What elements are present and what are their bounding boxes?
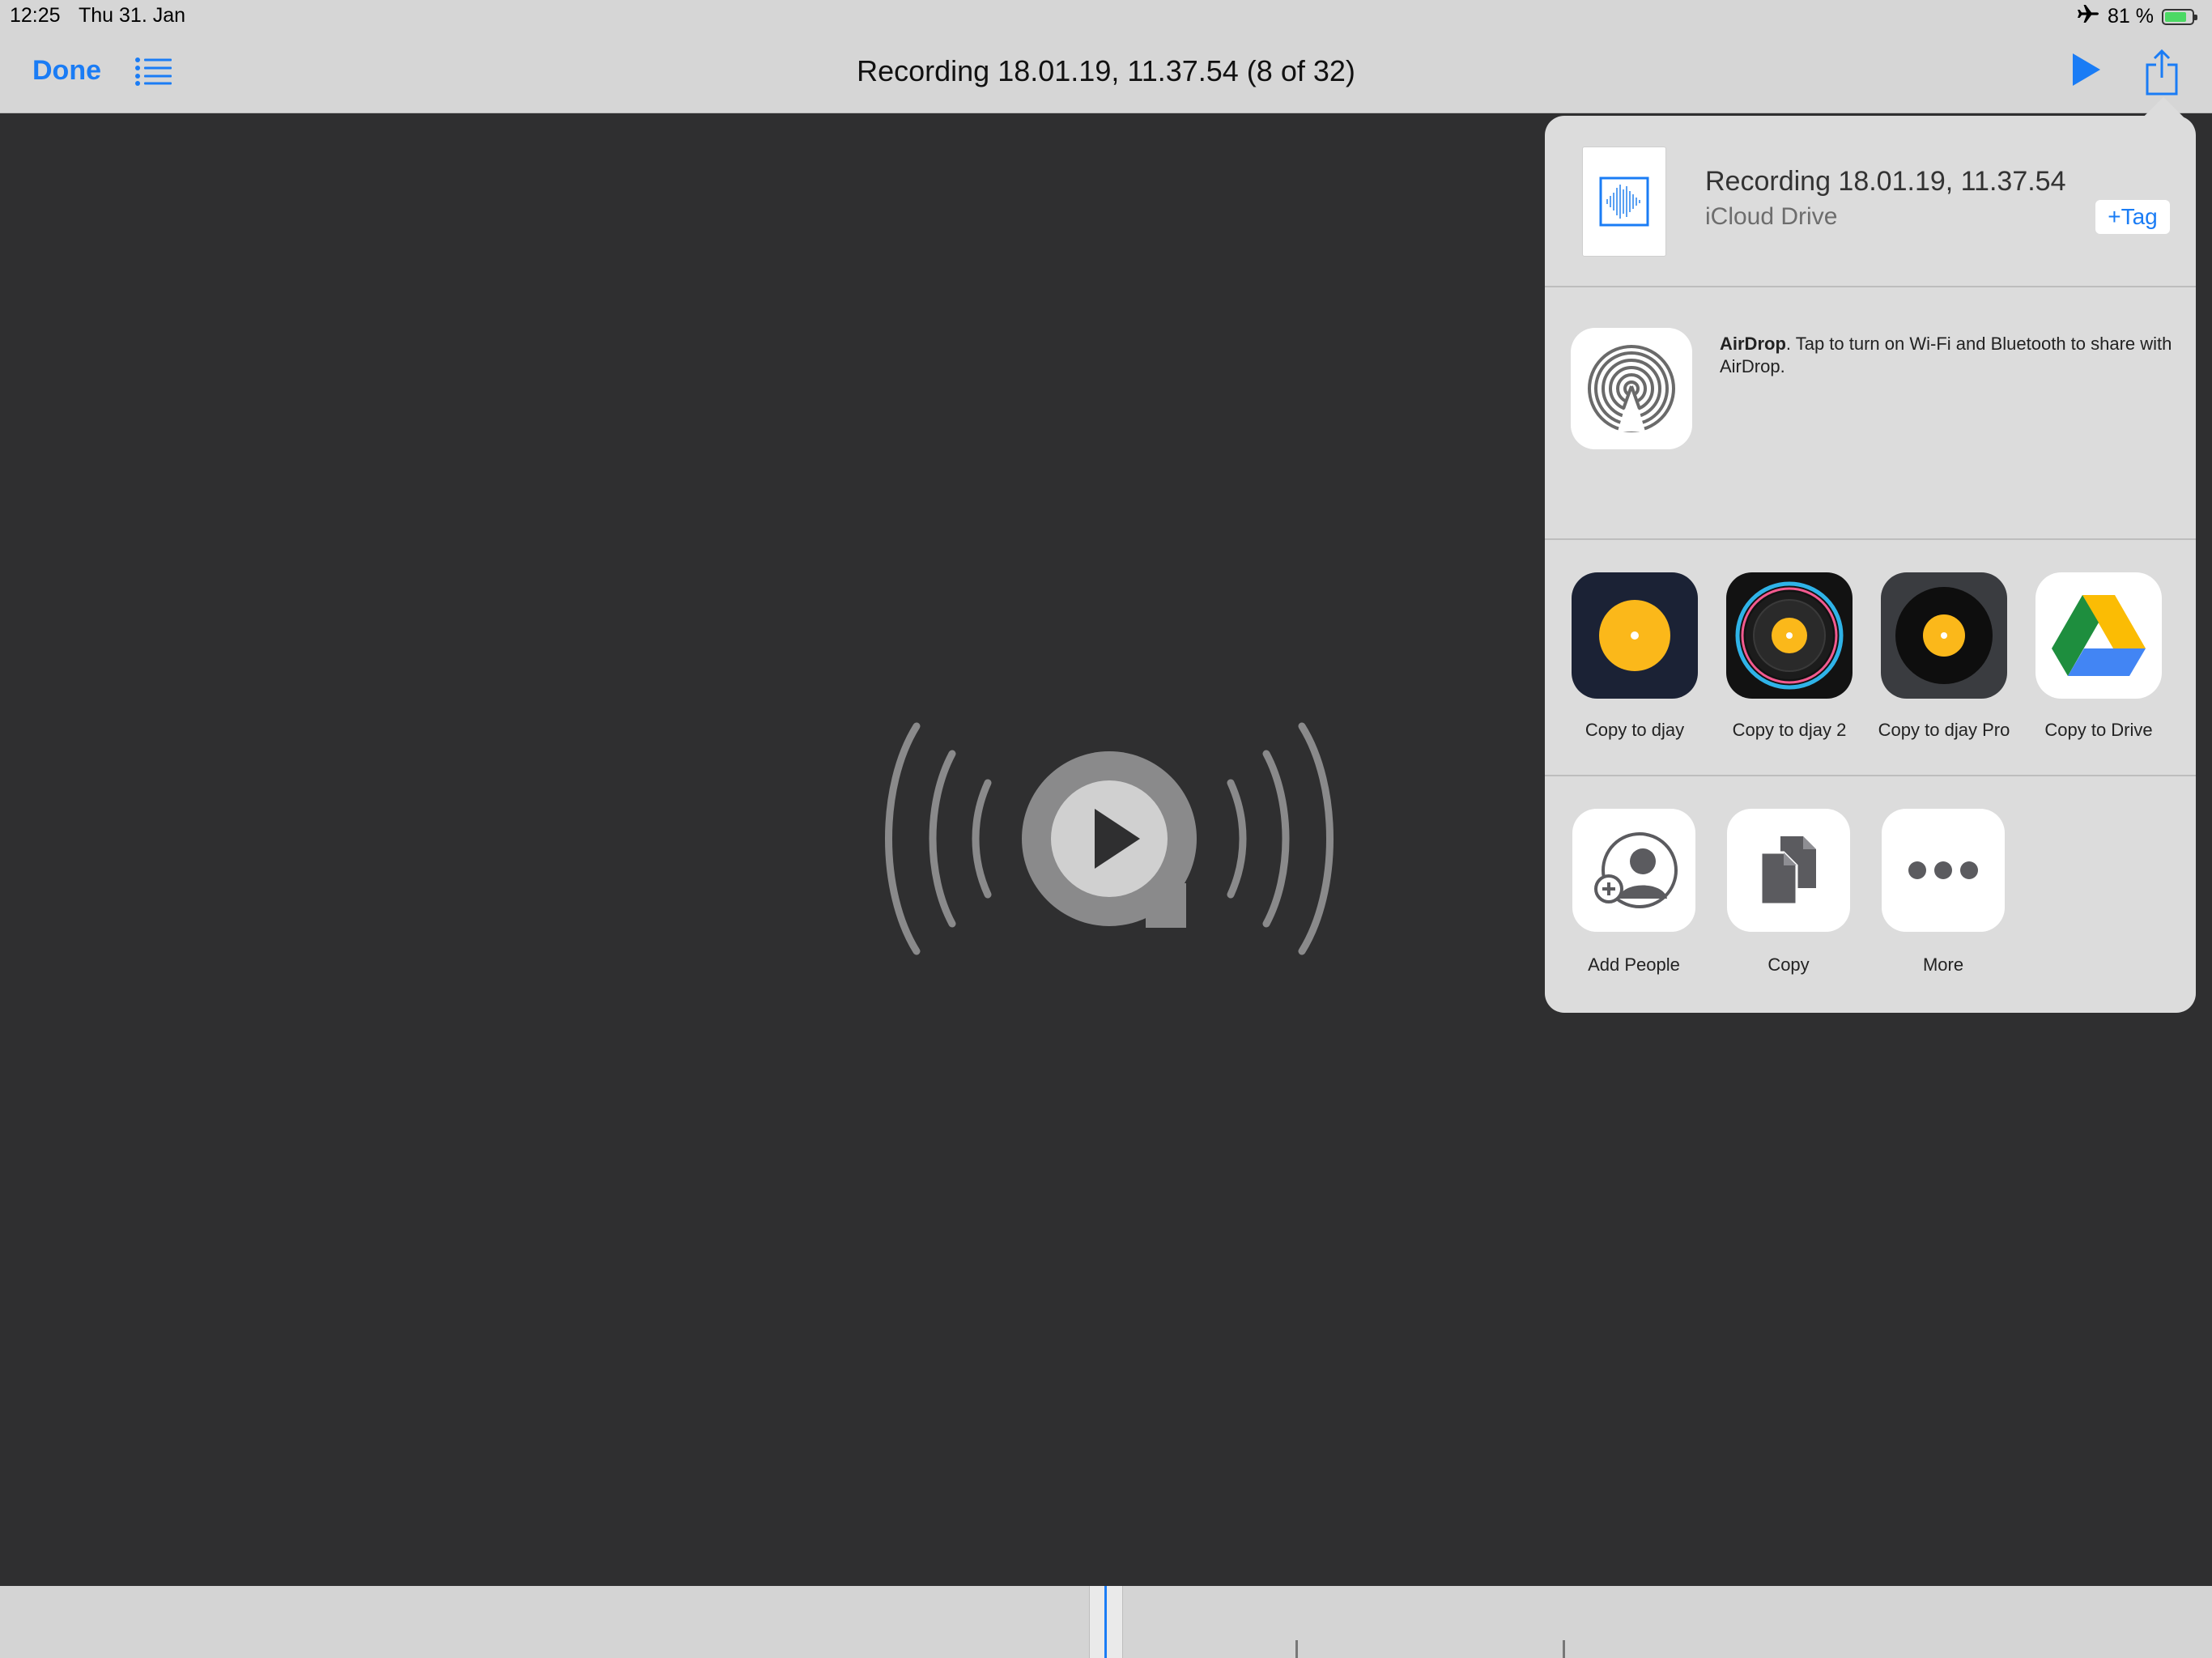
airdrop-description: AirDrop. Tap to turn on Wi-Fi and Blueto… [1720,333,2173,378]
share-file-header: Recording 18.01.19, 11.37.54 iCloud Driv… [1545,116,2196,287]
share-app-label: Copy to djay Pro [1878,720,2010,740]
battery-icon [2162,8,2197,25]
airplane-icon [2077,4,2099,29]
share-app-label: Copy to djay [1585,720,1685,740]
share-actions-row: Add People Copy More [1545,776,2196,1013]
page-title: Recording 18.01.19, 11.37.54 (8 of 32) [857,54,1355,87]
add-people-icon[interactable] [1572,809,1695,932]
more-icon[interactable] [1882,809,2005,932]
share-action-copy[interactable]: Copy [1712,809,1865,976]
google-drive-icon[interactable] [2035,572,2162,699]
airdrop-title: AirDrop [1720,334,1786,354]
airdrop-section[interactable]: AirDrop. Tap to turn on Wi-Fi and Blueto… [1545,287,2196,540]
status-bar: 12:25 Thu 31. Jan 81 % [0,0,2212,32]
timeline-tick [1563,1640,1565,1658]
status-right: 81 % [2077,4,2197,29]
nav-bar: Done Recording 18.01.19, 11.37.54 (8 of … [0,32,2212,113]
airdrop-icon[interactable] [1571,328,1692,449]
add-tag-button[interactable]: +Tag [2095,200,2170,234]
share-app-label: Copy to Drive [2044,720,2153,740]
share-app-djay[interactable]: Copy to djay [1558,572,1712,741]
share-app-djay-pro[interactable]: Copy to djay Pro [1867,572,2021,741]
play-icon[interactable] [2069,52,2105,91]
airdrop-text: . Tap to turn on Wi-Fi and Bluetooth to … [1720,334,2172,376]
file-location: iCloud Drive [1705,203,1838,230]
share-apps-row: Copy to djay Copy to djay 2 Copy to djay… [1545,540,2196,776]
share-action-more[interactable]: More [1866,809,2020,976]
share-app-drive[interactable]: Copy to Drive [2022,572,2176,741]
djay-icon[interactable] [1572,572,1698,699]
share-action-label: Copy [1767,954,1810,975]
share-icon[interactable] [2144,49,2180,97]
djay2-icon[interactable] [1726,572,1853,699]
battery-percent: 81 % [2108,5,2154,28]
djay-pro-icon[interactable] [1881,572,2007,699]
share-sheet: Recording 18.01.19, 11.37.54 iCloud Driv… [1545,116,2196,1013]
status-time: 12:25 [10,4,61,27]
playhead[interactable] [1104,1586,1107,1658]
battery-fill [2165,11,2186,22]
audio-file-icon [1582,147,1666,257]
status-date: Thu 31. Jan [79,4,186,27]
timeline-tick [1295,1640,1298,1658]
share-app-label: Copy to djay 2 [1732,720,1847,740]
share-action-label: Add People [1588,954,1680,975]
file-name: Recording 18.01.19, 11.37.54 [1705,166,2066,197]
timeline-scrubber[interactable] [0,1586,2212,1658]
share-action-label: More [1922,954,1964,975]
copy-icon[interactable] [1727,809,1850,932]
share-app-djay-2[interactable]: Copy to djay 2 [1712,572,1866,741]
quicktime-audio-icon[interactable] [866,713,1352,964]
share-action-add-people[interactable]: Add People [1557,809,1711,976]
